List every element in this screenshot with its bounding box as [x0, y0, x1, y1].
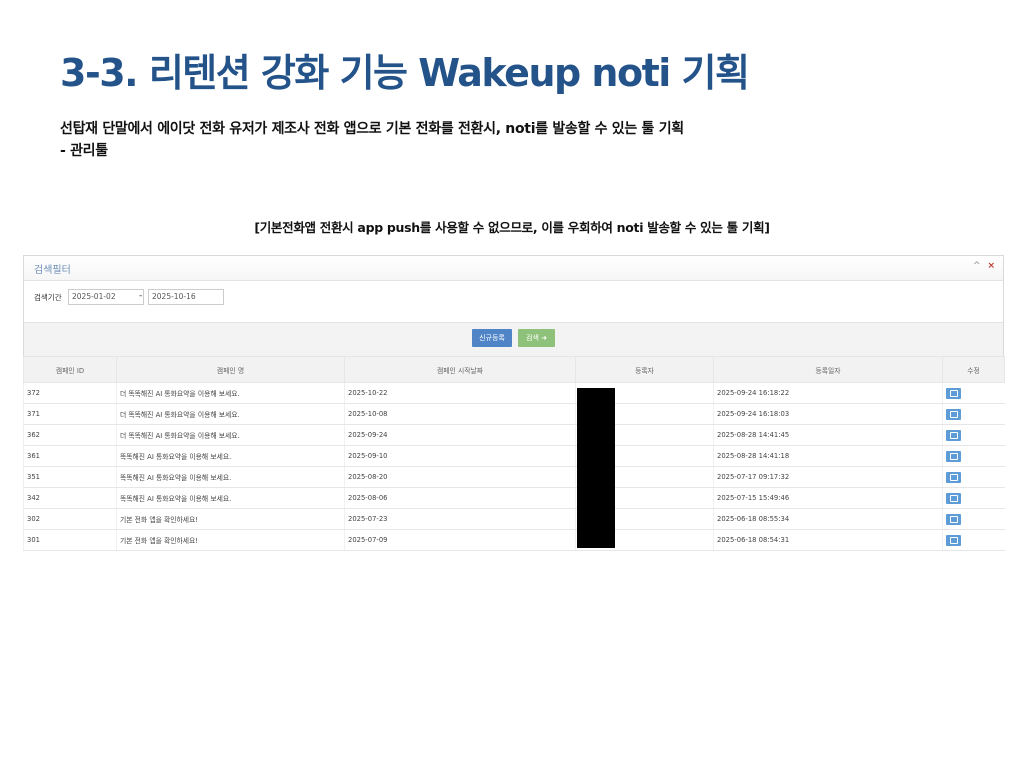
- search-button[interactable]: 검색 ➜: [518, 329, 555, 347]
- cell-start-date: 2025-10-22: [344, 382, 576, 404]
- screenshot-caption: [기본전화앱 전환시 app push를 사용할 수 없으므로, 이를 우회하여…: [254, 220, 770, 235]
- cell-edit: [942, 508, 1005, 530]
- header-registered-at[interactable]: 등록일자: [713, 356, 943, 383]
- cell-registered-at: 2025-08-28 14:41:18: [713, 445, 943, 467]
- edit-icon[interactable]: [946, 450, 961, 462]
- cell-campaign-name: 기본 전화 앱을 확인하세요!: [116, 508, 345, 530]
- search-filter-panel: 검색필터 ^ × 검색기간 2025-01-02 - 2025-10-16 신규…: [23, 255, 1004, 358]
- cell-campaign-id: 351: [23, 466, 117, 488]
- cell-registered-at: 2025-08-28 14:41:45: [713, 424, 943, 446]
- cell-campaign-id: 361: [23, 445, 117, 467]
- cell-registered-at: 2025-09-24 16:18:03: [713, 403, 943, 425]
- cell-registered-at: 2025-06-18 08:54:31: [713, 529, 943, 551]
- cell-campaign-id: 342: [23, 487, 117, 509]
- table-row[interactable]: 302 기본 전화 앱을 확인하세요! 2025-07-23 2025-06-1…: [23, 508, 1005, 530]
- header-registrant[interactable]: 등록자: [575, 356, 714, 383]
- cell-campaign-name: 똑똑해진 AI 통화요약을 이용해 보세요.: [116, 487, 345, 509]
- cell-campaign-name: 더 똑똑해진 AI 통화요약을 이용해 보세요.: [116, 403, 345, 425]
- cell-campaign-id: 301: [23, 529, 117, 551]
- description-line-2: - 관리툴: [60, 143, 108, 159]
- edit-icon[interactable]: [946, 534, 961, 546]
- slide-title: 3-3. 리텐션 강화 기능 Wakeup noti 기획: [60, 51, 750, 95]
- cell-start-date: 2025-07-23: [344, 508, 576, 530]
- cell-start-date: 2025-09-10: [344, 445, 576, 467]
- cell-campaign-name: 똑똑해진 AI 통화요약을 이용해 보세요.: [116, 445, 345, 467]
- table-row[interactable]: 371 더 똑똑해진 AI 통화요약을 이용해 보세요. 2025-10-08 …: [23, 403, 1005, 425]
- table-row[interactable]: 372 더 똑똑해진 AI 통화요약을 이용해 보세요. 2025-10-22 …: [23, 382, 1005, 404]
- table-row[interactable]: 342 똑똑해진 AI 통화요약을 이용해 보세요. 2025-08-06 20…: [23, 487, 1005, 509]
- chevron-up-icon[interactable]: ^: [973, 261, 983, 271]
- header-edit: 수정: [942, 356, 1005, 383]
- edit-icon[interactable]: [946, 492, 961, 504]
- filter-row: 검색기간 2025-01-02 - 2025-10-16: [24, 281, 1003, 323]
- date-separator: -: [139, 291, 143, 301]
- cell-campaign-name: 더 똑똑해진 AI 통화요약을 이용해 보세요.: [116, 424, 345, 446]
- panel-title: 검색필터: [34, 265, 71, 276]
- cell-edit: [942, 529, 1005, 551]
- cell-edit: [942, 424, 1005, 446]
- header-campaign-id[interactable]: 캠페인 ID: [23, 356, 117, 383]
- cell-start-date: 2025-08-06: [344, 487, 576, 509]
- redaction-block: [577, 388, 615, 548]
- cell-campaign-id: 372: [23, 382, 117, 404]
- table-header-row: 캠페인 ID 캠페인 명 캠페인 시작날짜 등록자 등록일자 수정: [23, 356, 1005, 383]
- cell-campaign-id: 302: [23, 508, 117, 530]
- cell-start-date: 2025-07-09: [344, 529, 576, 551]
- panel-tools: ^ ×: [973, 261, 997, 271]
- table-row[interactable]: 361 똑똑해진 AI 통화요약을 이용해 보세요. 2025-09-10 20…: [23, 445, 1005, 467]
- cell-start-date: 2025-10-08: [344, 403, 576, 425]
- panel-header: 검색필터 ^ ×: [24, 256, 1003, 281]
- cell-registered-at: 2025-06-18 08:55:34: [713, 508, 943, 530]
- date-to-input[interactable]: 2025-10-16: [148, 289, 224, 305]
- header-campaign-name[interactable]: 캠페인 명: [116, 356, 345, 383]
- cell-campaign-name: 기본 전화 앱을 확인하세요!: [116, 529, 345, 551]
- cell-edit: [942, 487, 1005, 509]
- edit-icon[interactable]: [946, 387, 961, 399]
- cell-edit: [942, 466, 1005, 488]
- cell-start-date: 2025-08-20: [344, 466, 576, 488]
- table-row[interactable]: 362 더 똑똑해진 AI 통화요약을 이용해 보세요. 2025-09-24 …: [23, 424, 1005, 446]
- cell-registered-at: 2025-07-15 15:49:46: [713, 487, 943, 509]
- table-row[interactable]: 351 똑똑해진 AI 통화요약을 이용해 보세요. 2025-08-20 20…: [23, 466, 1005, 488]
- admin-tool-screenshot: 검색필터 ^ × 검색기간 2025-01-02 - 2025-10-16 신규…: [23, 255, 1005, 553]
- cell-campaign-id: 371: [23, 403, 117, 425]
- cell-start-date: 2025-09-24: [344, 424, 576, 446]
- edit-icon[interactable]: [946, 408, 961, 420]
- cell-edit: [942, 445, 1005, 467]
- description-line-1: 선탑재 단말에서 에이닷 전화 유저가 제조사 전화 앱으로 기본 전화를 전환…: [60, 121, 684, 137]
- campaign-table: 캠페인 ID 캠페인 명 캠페인 시작날짜 등록자 등록일자 수정 372 더 …: [23, 356, 1005, 551]
- cell-registered-at: 2025-07-17 09:17:32: [713, 466, 943, 488]
- cell-edit: [942, 382, 1005, 404]
- edit-icon[interactable]: [946, 429, 961, 441]
- header-start-date[interactable]: 캠페인 시작날짜: [344, 356, 576, 383]
- button-row: 신규등록 검색 ➜: [24, 323, 1003, 357]
- close-icon[interactable]: ×: [987, 261, 997, 271]
- edit-icon[interactable]: [946, 513, 961, 525]
- cell-campaign-name: 똑똑해진 AI 통화요약을 이용해 보세요.: [116, 466, 345, 488]
- cell-edit: [942, 403, 1005, 425]
- cell-campaign-id: 362: [23, 424, 117, 446]
- period-label: 검색기간: [34, 293, 62, 302]
- edit-icon[interactable]: [946, 471, 961, 483]
- slide-description: 선탑재 단말에서 에이닷 전화 유저가 제조사 전화 앱으로 기본 전화를 전환…: [60, 118, 684, 162]
- table-row[interactable]: 301 기본 전화 앱을 확인하세요! 2025-07-09 2025-06-1…: [23, 529, 1005, 551]
- cell-campaign-name: 더 똑똑해진 AI 통화요약을 이용해 보세요.: [116, 382, 345, 404]
- cell-registered-at: 2025-09-24 16:18:22: [713, 382, 943, 404]
- date-from-input[interactable]: 2025-01-02: [68, 289, 144, 305]
- new-registration-button[interactable]: 신규등록: [472, 329, 512, 347]
